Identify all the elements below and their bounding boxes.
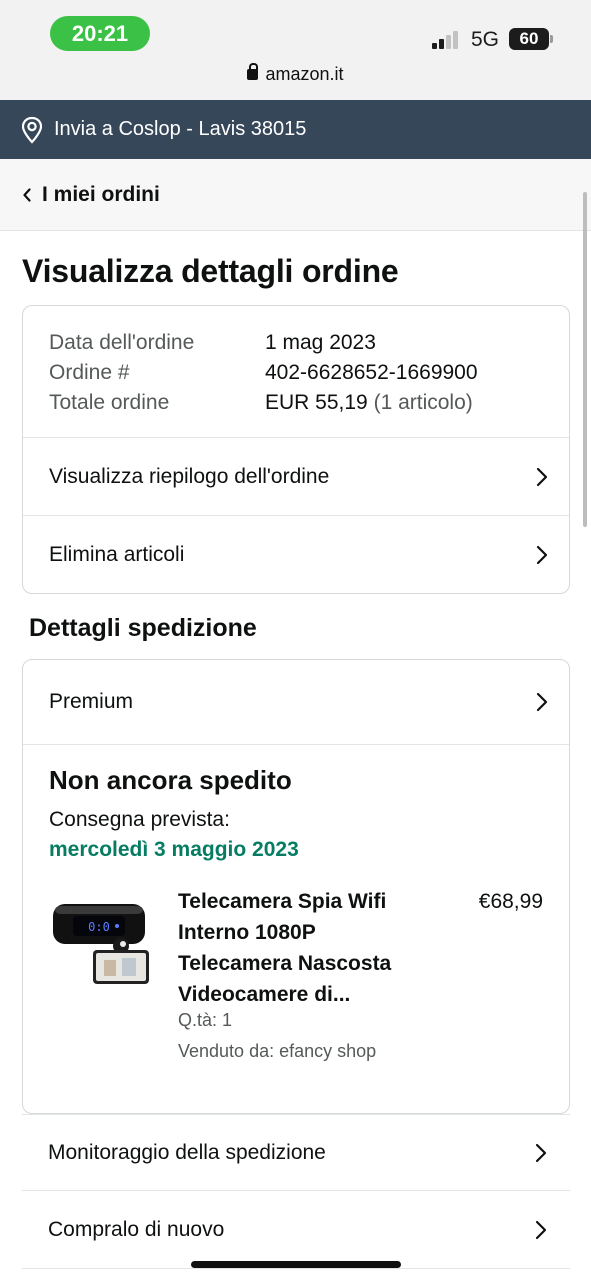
deliver-to-bar[interactable]: Invia a Coslop - Lavis 38015 [0, 100, 591, 159]
eta-label: Consegna prevista: [49, 808, 230, 831]
battery-icon: 60 [509, 28, 549, 50]
delete-items-link[interactable]: Elimina articoli [23, 515, 569, 593]
status-time: 20:21 [50, 16, 150, 51]
scrollbar[interactable] [583, 192, 587, 527]
shipping-type-row[interactable]: Premium [23, 660, 569, 745]
eta-date: mercoledì 3 maggio 2023 [49, 838, 299, 861]
track-shipment-link[interactable]: Monitoraggio della spedizione [22, 1114, 570, 1191]
address-bar[interactable]: amazon.it [0, 63, 591, 85]
view-order-summary-link[interactable]: Visualizza riepilogo dell'ordine [23, 437, 569, 515]
product-thumbnail[interactable]: 0:0 [49, 890, 153, 994]
order-date-label: Data dell'ordine [49, 331, 195, 354]
order-number-row: Ordine # 402-6628652-1669900 [49, 358, 478, 388]
order-item-count: (1 articolo) [373, 391, 473, 414]
product-seller: Venduto da: efancy shop [178, 1041, 377, 1061]
buy-again-label: Compralo di nuovo [48, 1218, 225, 1241]
battery-tip [550, 35, 553, 43]
back-label: I miei ordini [42, 182, 160, 206]
order-total-value: EUR 55,19 (1 articolo) [265, 388, 473, 418]
order-total-row: Totale ordine EUR 55,19 (1 articolo) [49, 388, 478, 418]
shipping-type-label: Premium [49, 690, 134, 713]
chevron-right-icon [536, 692, 548, 712]
product-price: €68,99 [478, 890, 543, 913]
order-date-row: Data dell'ordine 1 mag 2023 [49, 328, 478, 358]
view-order-summary-label: Visualizza riepilogo dell'ordine [49, 464, 330, 488]
chevron-right-icon [535, 1220, 547, 1240]
shipment-card: Premium Non ancora spedito Consegna prev… [22, 659, 570, 1114]
home-indicator[interactable] [191, 1261, 401, 1268]
track-shipment-label: Monitoraggio della spedizione [48, 1140, 326, 1164]
location-pin-icon [21, 116, 43, 144]
chevron-right-icon [536, 467, 548, 486]
delete-items-label: Elimina articoli [49, 543, 185, 566]
chevron-right-icon [535, 1143, 547, 1162]
order-summary-card: Data dell'ordine 1 mag 2023 Ordine # 402… [22, 305, 570, 594]
network-label: 5G [471, 28, 500, 51]
shipment-status: Non ancora spedito [49, 765, 292, 795]
order-number-label: Ordine # [49, 361, 130, 384]
order-total-label: Totale ordine [49, 391, 170, 414]
deliver-to-text: Invia a Coslop - Lavis 38015 [54, 118, 307, 140]
lock-icon [247, 63, 259, 80]
url-text: amazon.it [265, 64, 344, 84]
chevron-right-icon [536, 545, 548, 565]
buy-again-link[interactable]: Compralo di nuovo [22, 1192, 570, 1269]
order-info: Data dell'ordine 1 mag 2023 Ordine # 402… [49, 328, 478, 418]
page: 20:21 5G 60 amazon.it Invia a Coslop - L… [0, 0, 591, 1280]
order-total-amount: EUR 55,19 [265, 391, 368, 414]
status-bar: 20:21 5G 60 amazon.it [0, 0, 591, 100]
chevron-left-icon [23, 187, 31, 202]
signal-icon [432, 29, 462, 49]
svg-text:0:0: 0:0 [88, 920, 110, 934]
order-date-value: 1 mag 2023 [265, 331, 376, 354]
shipment-section-title: Dettagli spedizione [29, 614, 257, 642]
page-title: Visualizza dettagli ordine [22, 253, 399, 289]
product-quantity: Q.tà: 1 [178, 1010, 233, 1030]
back-nav[interactable]: I miei ordini [0, 159, 591, 231]
battery-level: 60 [519, 29, 539, 48]
product-title[interactable]: Telecamera Spia Wifi Interno 1080P Telec… [178, 886, 428, 1010]
order-number-value: 402-6628652-1669900 [265, 361, 478, 384]
